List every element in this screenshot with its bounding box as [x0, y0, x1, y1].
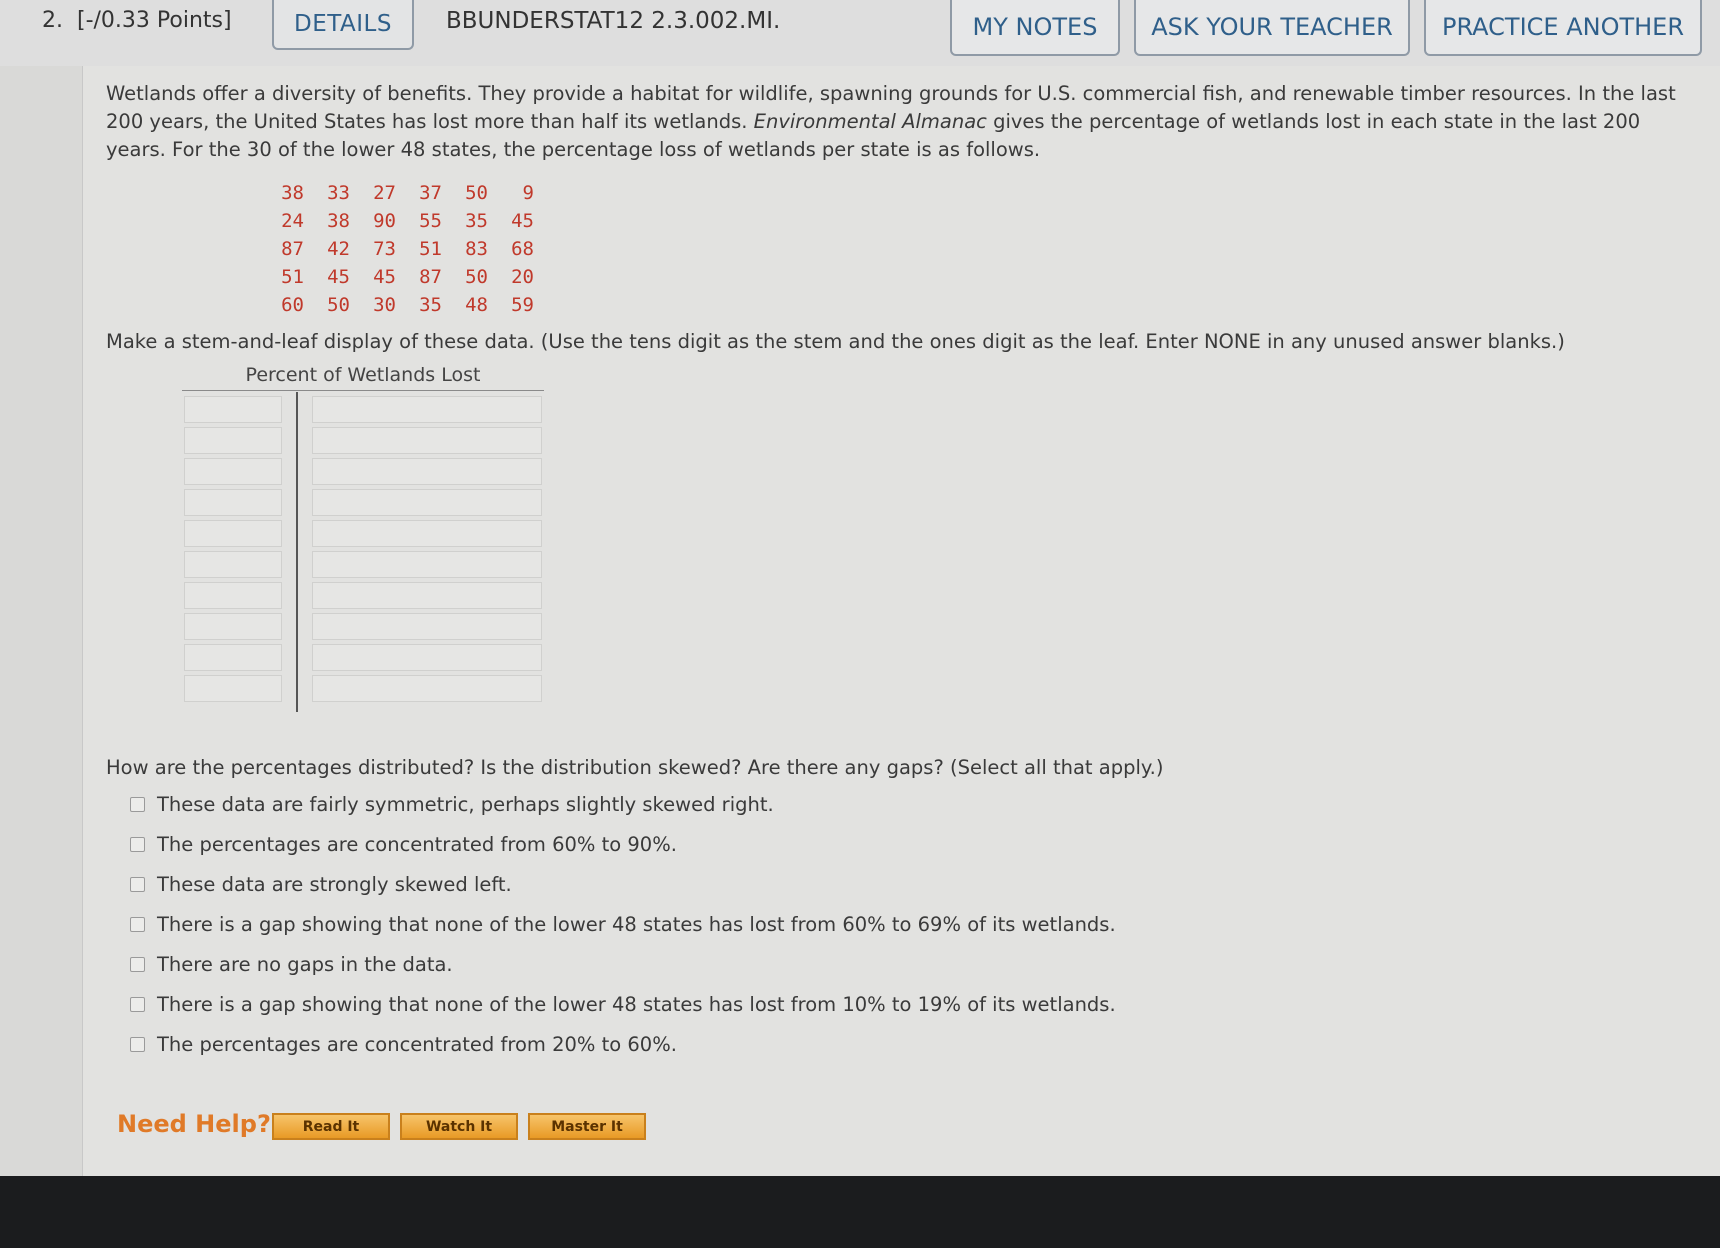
leaf-input[interactable] [312, 551, 542, 578]
data-value: 87 [281, 238, 304, 260]
data-value: 45 [373, 266, 396, 288]
checkbox[interactable] [130, 1036, 145, 1052]
data-row: 87 42 73 51 83 68 [258, 238, 534, 266]
checkbox[interactable] [130, 836, 145, 852]
data-value: 73 [373, 238, 396, 260]
problem-code: BBUNDERSTAT12 2.3.002.MI. [446, 8, 781, 34]
data-value: 33 [327, 182, 350, 204]
data-value: 60 [281, 294, 304, 316]
data-value: 50 [327, 294, 350, 316]
leaf-input[interactable] [312, 396, 542, 423]
leaf-input[interactable] [312, 427, 542, 454]
leaf-input[interactable] [312, 613, 542, 640]
data-value: 59 [511, 294, 534, 316]
data-value: 51 [419, 238, 442, 260]
mc-option[interactable]: The percentages are concentrated from 20… [130, 1024, 1116, 1064]
data-value: 50 [465, 266, 488, 288]
master-it-button[interactable]: Master It [528, 1113, 646, 1140]
data-value: 20 [511, 266, 534, 288]
mc-option-label: The percentages are concentrated from 20… [157, 1032, 677, 1056]
question-header: 2. [-/0.33 Points] DETAILS BBUNDERSTAT12… [0, 0, 1720, 66]
mc-option[interactable]: There are no gaps in the data. [130, 944, 1116, 984]
data-value: 48 [465, 294, 488, 316]
stem-input[interactable] [184, 427, 282, 454]
leaf-column [312, 396, 542, 706]
source-title: Environmental Almanac [753, 110, 987, 133]
mc-option[interactable]: These data are fairly symmetric, perhaps… [130, 784, 1116, 824]
need-help-label: Need Help? [117, 1110, 271, 1138]
leaf-input[interactable] [312, 520, 542, 547]
data-row: 24 38 90 55 35 45 [258, 210, 534, 238]
problem-intro: Wetlands offer a diversity of benefits. … [106, 82, 1676, 161]
mc-option-label: There is a gap showing that none of the … [157, 912, 1116, 936]
leaf-input[interactable] [312, 489, 542, 516]
checkbox[interactable] [130, 876, 145, 892]
mc-option[interactable]: The percentages are concentrated from 60… [130, 824, 1116, 864]
details-button[interactable]: DETAILS [272, 0, 414, 50]
stem-column [184, 396, 282, 706]
mc-option-label: There are no gaps in the data. [157, 952, 453, 976]
data-value: 83 [465, 238, 488, 260]
instruction-text: Make a stem-and-leaf display of these da… [106, 330, 1565, 353]
checkbox[interactable] [130, 796, 145, 812]
read-it-button[interactable]: Read It [272, 1113, 390, 1140]
mc-option-label: The percentages are concentrated from 60… [157, 832, 677, 856]
data-value: 45 [327, 266, 350, 288]
stem-input[interactable] [184, 551, 282, 578]
data-value: 35 [419, 294, 442, 316]
data-value: 38 [327, 210, 350, 232]
stem-leaf-divider [296, 392, 298, 712]
data-value: 45 [511, 210, 534, 232]
data-value: 50 [465, 182, 488, 204]
data-value: 35 [465, 210, 488, 232]
stem-input[interactable] [184, 675, 282, 702]
data-value: 90 [373, 210, 396, 232]
stem-input[interactable] [184, 520, 282, 547]
data-value: 27 [373, 182, 396, 204]
checkbox[interactable] [130, 916, 145, 932]
stem-leaf-title: Percent of Wetlands Lost [182, 364, 544, 391]
stem-input[interactable] [184, 644, 282, 671]
mc-option[interactable]: There is a gap showing that none of the … [130, 904, 1116, 944]
checkbox[interactable] [130, 956, 145, 972]
data-value: 24 [281, 210, 304, 232]
mc-options: These data are fairly symmetric, perhaps… [130, 784, 1116, 1064]
watch-it-button[interactable]: Watch It [400, 1113, 518, 1140]
mc-option[interactable]: There is a gap showing that none of the … [130, 984, 1116, 1024]
data-value: 30 [373, 294, 396, 316]
stem-input[interactable] [184, 582, 282, 609]
data-value: 87 [419, 266, 442, 288]
data-value: 38 [281, 182, 304, 204]
mc-option-label: These data are strongly skewed left. [157, 872, 512, 896]
leaf-input[interactable] [312, 644, 542, 671]
question-number: 2. [-/0.33 Points] [42, 8, 232, 33]
mc-option[interactable]: These data are strongly skewed left. [130, 864, 1116, 904]
mc-option-label: These data are fairly symmetric, perhaps… [157, 792, 774, 816]
leaf-input[interactable] [312, 582, 542, 609]
practice-another-button[interactable]: PRACTICE ANOTHER [1424, 0, 1702, 56]
mc-question: How are the percentages distributed? Is … [106, 756, 1164, 779]
stem-input[interactable] [184, 458, 282, 485]
points-label: [-/0.33 Points] [77, 8, 232, 33]
leaf-input[interactable] [312, 675, 542, 702]
data-row: 60 50 30 35 48 59 [258, 294, 534, 322]
data-values-table: 38 33 27 37 50 9 24 38 90 55 35 45 87 42 73 51 83 68 51 45 4… [258, 182, 534, 322]
data-value: 68 [511, 238, 534, 260]
ask-teacher-button[interactable]: ASK YOUR TEACHER [1134, 0, 1410, 56]
leaf-input[interactable] [312, 458, 542, 485]
data-value: 51 [281, 266, 304, 288]
data-value: 9 [522, 182, 534, 204]
laptop-bezel [0, 1176, 1720, 1248]
my-notes-button[interactable]: MY NOTES [950, 0, 1120, 56]
checkbox[interactable] [130, 996, 145, 1012]
stem-input[interactable] [184, 489, 282, 516]
data-row: 38 33 27 37 50 9 [258, 182, 534, 210]
data-value: 55 [419, 210, 442, 232]
data-value: 42 [327, 238, 350, 260]
stem-input[interactable] [184, 396, 282, 423]
data-value: 37 [419, 182, 442, 204]
stem-input[interactable] [184, 613, 282, 640]
mc-option-label: There is a gap showing that none of the … [157, 992, 1116, 1016]
data-row: 51 45 45 87 50 20 [258, 266, 534, 294]
